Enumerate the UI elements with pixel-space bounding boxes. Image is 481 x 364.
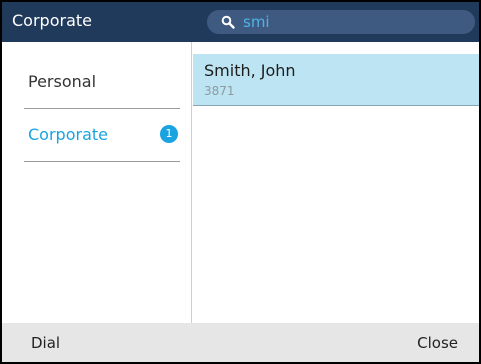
search-input[interactable]: smi	[207, 10, 475, 34]
close-button[interactable]: Close	[417, 333, 458, 353]
softkey-bar: Dial Close	[2, 323, 479, 362]
search-query[interactable]: smi	[243, 12, 270, 32]
results-list: Smith, John 3871	[193, 42, 479, 323]
page-title: Corporate	[12, 11, 92, 30]
phone-screen: Corporate smi Personal Corporate 1 Smith…	[0, 0, 481, 364]
contact-row[interactable]: Smith, John 3871	[193, 54, 479, 106]
directory-item-label: Corporate	[28, 125, 108, 144]
contact-name: Smith, John	[204, 61, 296, 80]
title-bar: Corporate smi	[2, 2, 479, 42]
directory-list: Personal Corporate 1	[2, 42, 192, 323]
dial-button[interactable]: Dial	[31, 333, 60, 353]
directory-item-label: Personal	[28, 72, 97, 91]
directory-item-corporate[interactable]: Corporate 1	[24, 109, 180, 162]
search-icon	[221, 15, 235, 29]
contact-number: 3871	[204, 84, 235, 98]
directory-item-personal[interactable]: Personal	[24, 56, 180, 109]
result-count-badge: 1	[160, 125, 178, 143]
